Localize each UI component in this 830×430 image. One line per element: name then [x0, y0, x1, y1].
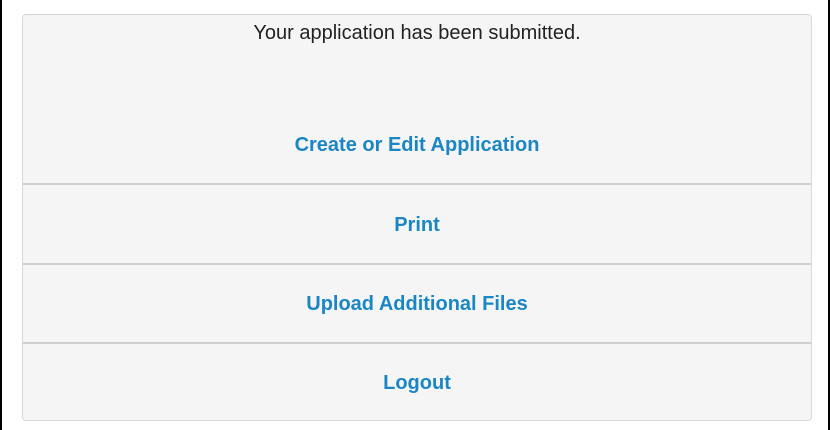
menu-divider — [23, 183, 811, 185]
submission-confirmation-message: Your application has been submitted. — [253, 22, 581, 44]
window-frame: Your application has been submitted. Cre… — [0, 0, 830, 430]
logout-link[interactable]: Logout — [23, 344, 811, 420]
upload-additional-files-link[interactable]: Upload Additional Files — [23, 265, 811, 343]
create-or-edit-application-link[interactable]: Create or Edit Application — [23, 106, 811, 184]
print-link[interactable]: Print — [23, 186, 811, 264]
application-status-panel: Your application has been submitted. Cre… — [22, 14, 812, 421]
